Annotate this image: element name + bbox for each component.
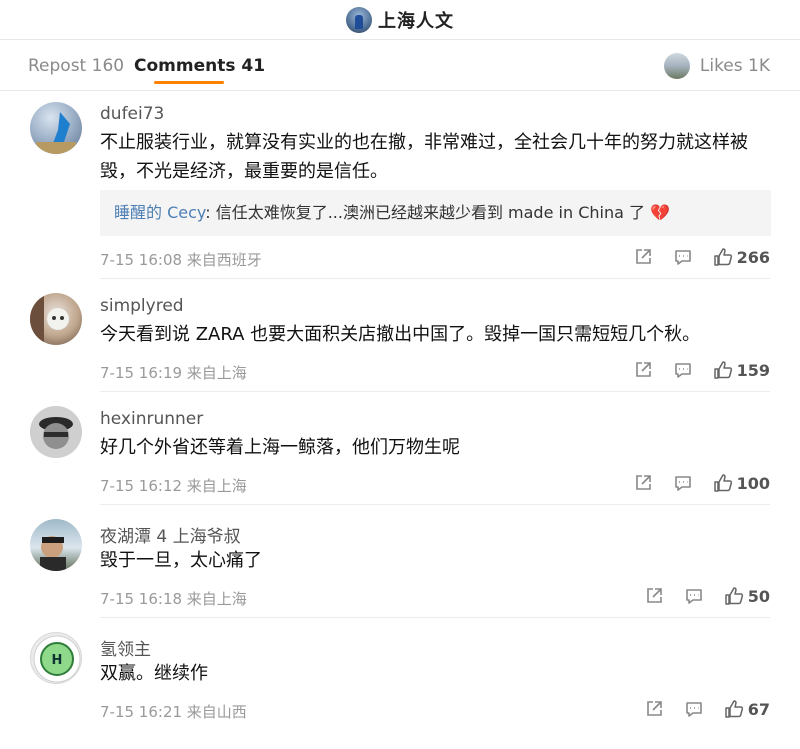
comment-meta: 7-15 16:18 来自上海 [100, 590, 247, 608]
reply-preview[interactable]: 睡醒的 Cecy: 信任太难恢复了...澳洲已经越来越少看到 made in C… [100, 190, 771, 236]
account-header[interactable]: 上海人文 [346, 6, 454, 33]
avatar-letter: H [52, 653, 63, 668]
avatar[interactable] [30, 102, 82, 154]
comment-actions: 266 [613, 247, 770, 267]
broken-heart-icon: 💔 [650, 203, 670, 222]
comment-item: hexinrunner 好几个外省还等着上海一鲸落，他们万物生呢 7-15 16… [0, 392, 800, 505]
tab-bar: Repost 160 Comments 41 Likes 1K [0, 41, 800, 91]
tab-comments[interactable]: Comments 41 [134, 56, 265, 76]
comment-icon[interactable] [673, 247, 693, 267]
comment-actions: 67 [624, 699, 770, 719]
tab-repost[interactable]: Repost 160 [28, 56, 124, 76]
share-icon[interactable] [644, 586, 664, 606]
comment-icon[interactable] [684, 586, 704, 606]
account-avatar[interactable] [346, 6, 372, 33]
likes-label: Likes 1K [699, 56, 770, 76]
comment-actions: 50 [624, 586, 770, 606]
comment-text: 双赢。继续作 [100, 663, 208, 684]
thumbs-up-icon [724, 700, 743, 718]
thumbs-up-icon [713, 474, 732, 492]
comment-icon[interactable] [673, 360, 693, 380]
comment-author[interactable]: 夜湖潭 4 上海爷叔 [100, 522, 241, 547]
comment-item: H 氢领主 双赢。继续作 7-15 16:21 来自山西 67 [0, 618, 800, 731]
thumbs-up-icon [713, 361, 732, 379]
avatar[interactable] [30, 293, 82, 345]
like-button[interactable]: 266 [713, 247, 770, 267]
like-button[interactable]: 67 [724, 699, 770, 719]
comment-meta: 7-15 16:21 来自山西 [100, 703, 247, 721]
comment-icon[interactable] [673, 473, 693, 493]
top-bar: 上海人文 [0, 0, 800, 40]
like-count: 100 [736, 473, 770, 493]
comment-text: 不止服装行业，就算没有实业的也在撤，非常难过，全社会几十年的努力就这样被毁，不光… [100, 132, 748, 182]
share-icon[interactable] [633, 360, 653, 380]
comment-icon[interactable] [684, 699, 704, 719]
tab-likes[interactable]: Likes 1K [663, 53, 770, 79]
thumbs-up-icon [724, 587, 743, 605]
comment-actions: 159 [613, 360, 770, 380]
comment-text: 好几个外省还等着上海一鲸落，他们万物生呢 [100, 437, 460, 458]
like-count: 159 [736, 360, 770, 380]
like-count: 67 [747, 699, 770, 719]
avatar[interactable] [30, 406, 82, 458]
comment-meta: 7-15 16:08 来自西班牙 [100, 251, 262, 269]
comment-text: 今天看到说 ZARA 也要大面积关店撤出中国了。毁掉一国只需短短几个秋。 [100, 324, 701, 345]
comment-text: 毁于一旦，太心痛了 [100, 550, 262, 571]
comment-actions: 100 [613, 473, 770, 493]
like-count: 266 [736, 247, 770, 267]
account-title: 上海人文 [378, 10, 454, 32]
like-count: 50 [747, 586, 770, 606]
comment-meta: 7-15 16:19 来自上海 [100, 364, 247, 382]
like-button[interactable]: 50 [724, 586, 770, 606]
comment-author[interactable]: simplyred [100, 296, 184, 316]
likes-avatar [663, 53, 690, 79]
reply-author[interactable]: 睡醒的 Cecy [114, 203, 205, 222]
avatar[interactable] [30, 519, 82, 571]
active-tab-indicator [154, 81, 224, 84]
comment-item: simplyred 今天看到说 ZARA 也要大面积关店撤出中国了。毁掉一国只需… [0, 279, 800, 392]
comment-author[interactable]: hexinrunner [100, 409, 203, 429]
comment-item: 夜湖潭 4 上海爷叔 毁于一旦，太心痛了 7-15 16:18 来自上海 50 [0, 505, 800, 618]
share-icon[interactable] [633, 473, 653, 493]
comment-author[interactable]: 氢领主 [100, 635, 151, 660]
comment-author[interactable]: dufei73 [100, 104, 164, 124]
comment-meta: 7-15 16:12 来自上海 [100, 477, 247, 495]
like-button[interactable]: 159 [713, 360, 770, 380]
avatar[interactable]: H [30, 632, 82, 684]
reply-text: : 信任太难恢复了...澳洲已经越来越少看到 made in China 了 [205, 203, 645, 222]
like-button[interactable]: 100 [713, 473, 770, 493]
share-icon[interactable] [633, 247, 653, 267]
comment-item: dufei73 不止服装行业，就算没有实业的也在撤，非常难过，全社会几十年的努力… [0, 92, 800, 279]
share-icon[interactable] [644, 699, 664, 719]
thumbs-up-icon [713, 248, 732, 266]
